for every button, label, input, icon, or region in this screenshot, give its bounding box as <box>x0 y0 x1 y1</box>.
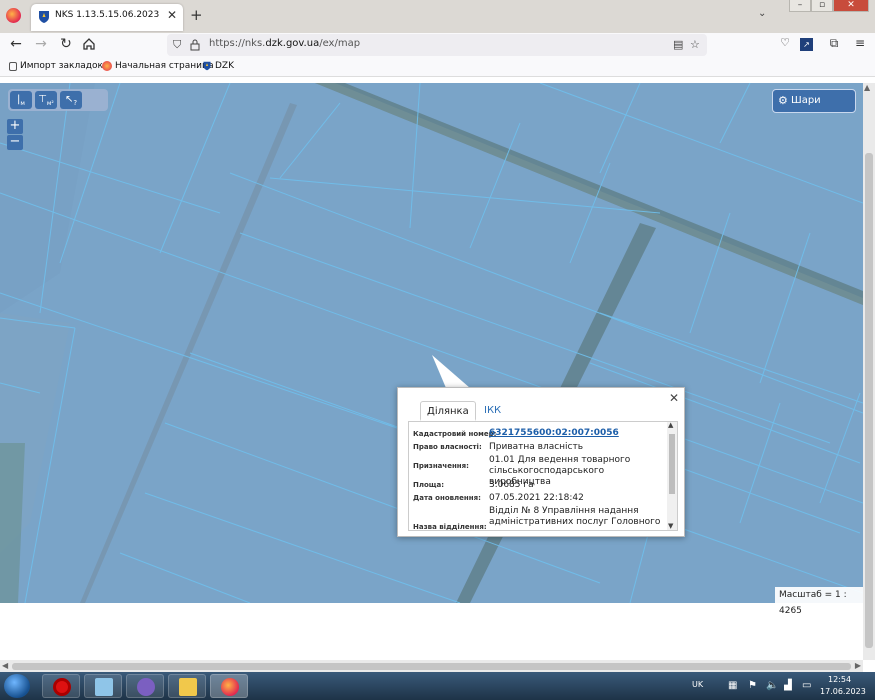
hamburger-menu-icon[interactable]: ≡ <box>851 36 869 50</box>
shield-icon[interactable]: ⛉ <box>173 38 181 52</box>
url-text: https://nks.dzk.gov.ua/ex/map <box>209 38 361 49</box>
taskbar-opera[interactable] <box>42 674 80 698</box>
import-icon <box>9 61 17 71</box>
scroll-right-icon[interactable]: ▶ <box>855 661 861 670</box>
popup-scrollbar[interactable]: ▲ ▼ <box>667 422 677 530</box>
zoom-out-button[interactable]: − <box>7 135 23 150</box>
taskbar-explorer[interactable] <box>168 674 206 698</box>
maximize-icon[interactable]: ▫ <box>811 0 833 12</box>
taskbar-firefox[interactable] <box>210 674 248 698</box>
start-button[interactable] <box>4 674 30 698</box>
volume-icon[interactable]: 🔈 <box>766 680 778 691</box>
bookmark-start-page[interactable]: Начальная страница <box>102 61 214 71</box>
scroll-up-icon[interactable]: ▲ <box>864 83 870 92</box>
tab-close-icon[interactable]: ✕ <box>167 8 177 22</box>
clock-date[interactable]: 17.06.2023 <box>820 687 866 696</box>
back-icon[interactable]: ← <box>7 36 25 52</box>
bookmark-dzk[interactable]: DZK <box>202 61 234 71</box>
bookmarks-toolbar: Импорт закладок... Начальная страница DZ… <box>0 57 875 77</box>
browser-tab-bar: NKS 1.13.5.15.06.2023 ✕ + ⌄ – ▫ ✕ <box>0 0 875 33</box>
parcel-info-table: Кадастровий номер: 6321755600:02:007:005… <box>408 421 678 531</box>
extensions-puzzle-icon[interactable]: ⧉ <box>825 36 843 51</box>
firefox-icon <box>102 61 112 71</box>
firefox-view-icon[interactable] <box>6 8 21 23</box>
signal-icon[interactable]: ▟ <box>784 680 792 691</box>
vertical-scroll-thumb[interactable] <box>865 153 873 648</box>
url-bar[interactable]: ⛉ https://nks.dzk.gov.ua/ex/map ▤ ☆ <box>167 34 707 56</box>
window-close-icon[interactable]: ✕ <box>833 0 869 12</box>
battery-icon[interactable]: ▭ <box>802 680 811 691</box>
viber-icon <box>137 678 155 696</box>
page-vertical-scrollbar[interactable]: ▲ <box>863 83 875 660</box>
reload-icon[interactable]: ↻ <box>57 36 75 52</box>
home-icon[interactable] <box>82 37 96 51</box>
forward-icon[interactable]: → <box>32 36 50 52</box>
pocket-icon[interactable]: ♡ <box>776 36 794 49</box>
scroll-up-icon[interactable]: ▲ <box>668 422 673 429</box>
tab-ikk[interactable]: ІКК <box>478 401 507 421</box>
reader-view-icon[interactable]: ▤ <box>673 38 683 51</box>
measure-distance-button[interactable]: |м <box>10 91 32 109</box>
gear-icon: ⚙ <box>778 94 788 107</box>
lock-icon[interactable] <box>190 39 200 51</box>
flag-icon[interactable]: ⚑ <box>748 680 757 691</box>
opera-icon <box>53 678 71 696</box>
zoom-in-button[interactable]: + <box>7 119 23 134</box>
horizontal-scroll-thumb[interactable] <box>12 663 851 670</box>
scroll-down-icon[interactable]: ▼ <box>668 522 673 530</box>
identify-button[interactable]: ↖? <box>60 91 82 109</box>
page-horizontal-scrollbar[interactable]: ◀ ▶ <box>0 660 863 672</box>
language-indicator[interactable]: UK <box>692 680 703 689</box>
dzk-shield-icon <box>39 11 49 23</box>
folder-icon <box>179 678 197 696</box>
clock-time[interactable]: 12:54 <box>828 675 851 684</box>
map-scale-label: Масштаб = 1 : 4265 <box>775 587 863 616</box>
bookmark-star-icon[interactable]: ☆ <box>690 38 700 51</box>
tab-parcel[interactable]: Ділянка <box>420 401 476 421</box>
taskbar-viber[interactable] <box>126 674 164 698</box>
taskbar-notes[interactable] <box>84 674 122 698</box>
list-all-tabs-icon[interactable]: ⌄ <box>758 8 766 19</box>
parcel-info-popup: ✕ Ділянка ІКК Кадастровий номер: 6321755… <box>397 387 685 537</box>
network-icon[interactable]: ▦ <box>728 680 737 691</box>
dzk-shield-icon <box>203 61 211 71</box>
popup-scroll-thumb[interactable] <box>669 434 675 494</box>
window-controls: – ▫ ✕ <box>789 0 869 12</box>
layers-button[interactable]: ⚙ Шари <box>772 89 856 113</box>
minimize-icon[interactable]: – <box>789 0 811 12</box>
popup-close-icon[interactable]: ✕ <box>669 391 679 405</box>
browser-tab-active[interactable]: NKS 1.13.5.15.06.2023 ✕ <box>31 4 183 31</box>
new-tab-button[interactable]: + <box>190 6 203 24</box>
extension-icon[interactable]: ↗ <box>800 38 813 51</box>
cadastral-number-link[interactable]: 6321755600:02:007:0056 <box>489 428 667 439</box>
windows-taskbar: UK ▦ ⚑ 🔈 ▟ ▭ 12:54 17.06.2023 <box>0 672 875 700</box>
notes-icon <box>95 678 113 696</box>
scroll-left-icon[interactable]: ◀ <box>2 661 8 670</box>
navigation-toolbar: ← → ↻ ⛉ https://nks.dzk.gov.ua/ex/map ▤ … <box>0 33 875 57</box>
map-tool-group: |м ⊤м² ↖? <box>8 89 108 111</box>
firefox-icon <box>221 678 239 696</box>
bookmark-import[interactable]: Импорт закладок... <box>9 61 111 71</box>
tab-title: NKS 1.13.5.15.06.2023 <box>55 10 160 20</box>
measure-area-button[interactable]: ⊤м² <box>35 91 57 109</box>
